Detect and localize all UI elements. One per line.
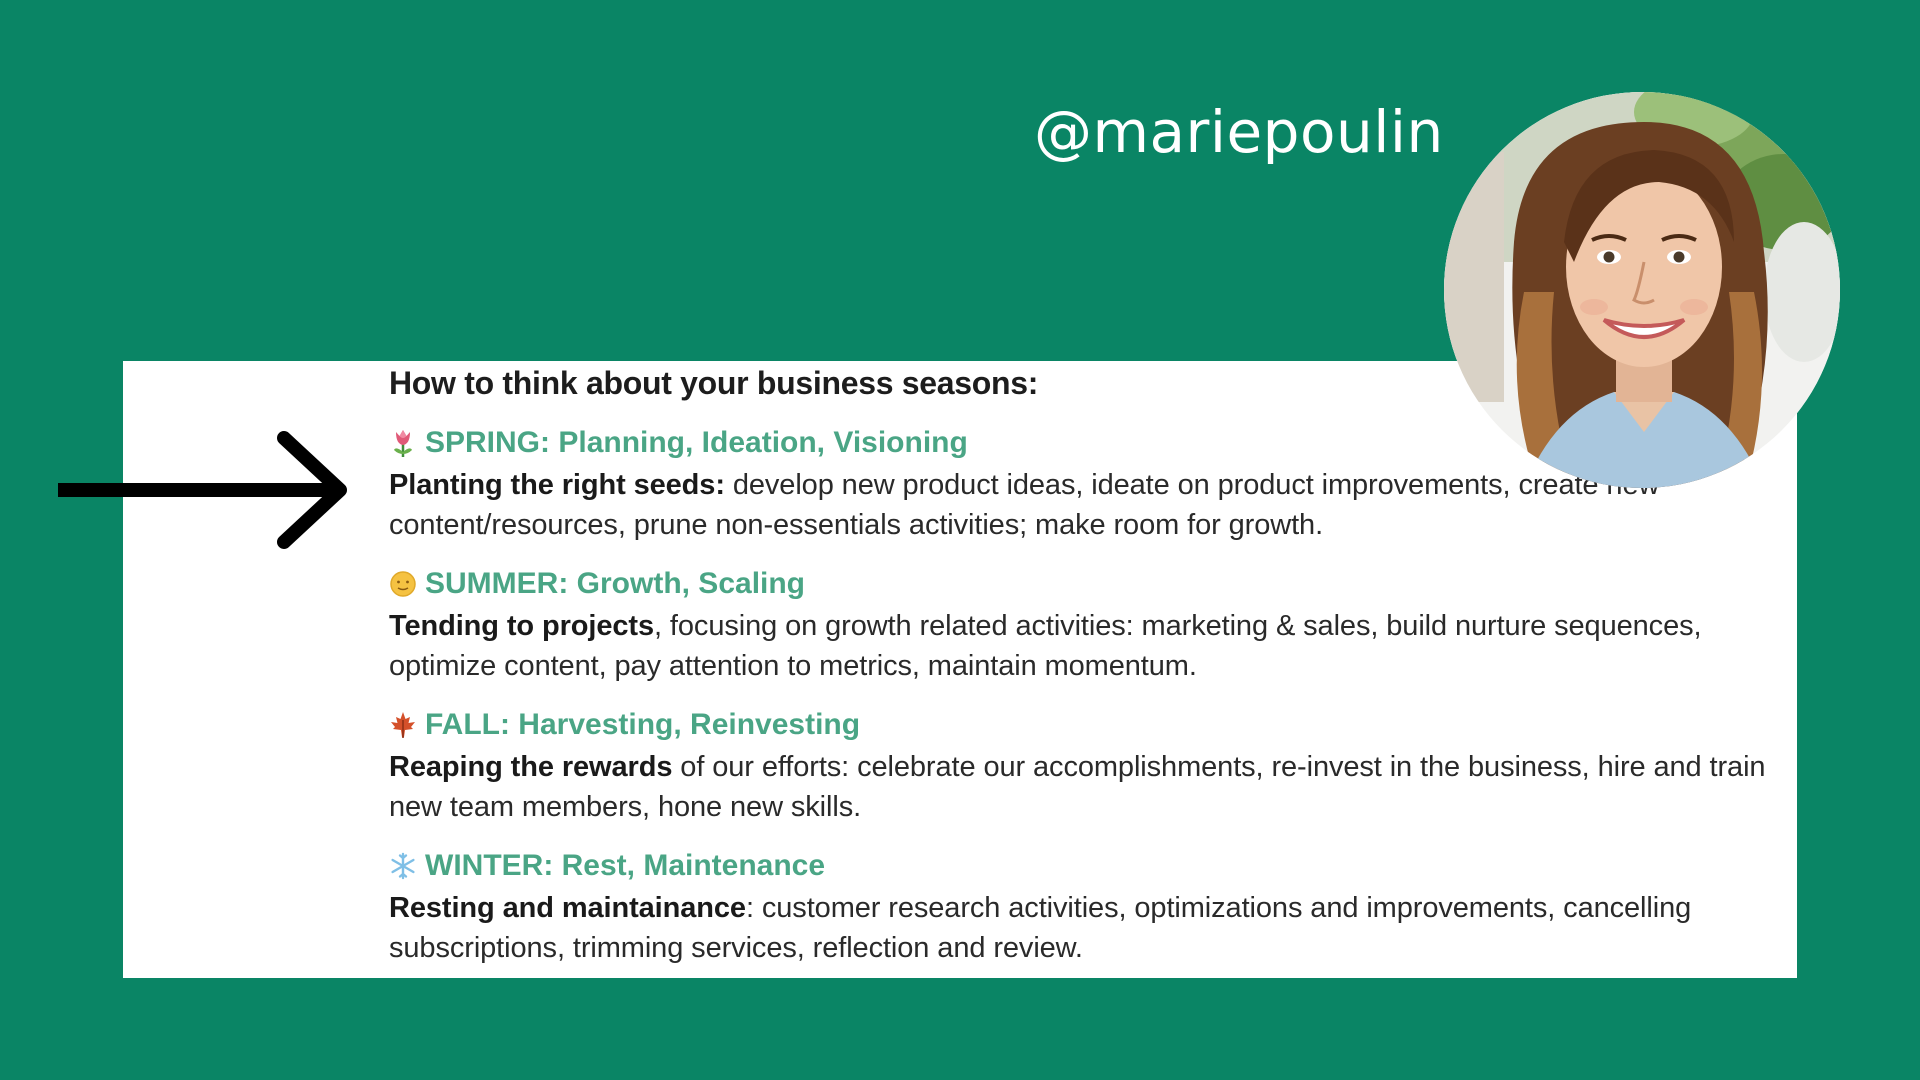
season-fall: FALL: Harvesting, Reinvesting Reaping th… xyxy=(389,705,1809,827)
season-title: FALL: Harvesting, Reinvesting xyxy=(389,705,1809,745)
season-title-text: SPRING: Planning, Ideation, Visioning xyxy=(425,426,968,459)
season-lead: Resting and maintainance xyxy=(389,892,746,924)
sun-icon xyxy=(389,569,417,599)
season-title: SUMMER: Growth, Scaling xyxy=(389,564,1809,604)
season-description: Tending to projects, focusing on growth … xyxy=(389,606,1809,686)
season-summer: SUMMER: Growth, Scaling Tending to proje… xyxy=(389,564,1809,686)
snowflake-icon xyxy=(389,851,417,881)
page-heading: How to think about your business seasons… xyxy=(389,365,1039,401)
season-lead: Planting the right seeds: xyxy=(389,469,725,501)
arrow-right-icon xyxy=(58,431,347,549)
season-title-text: SUMMER: Growth, Scaling xyxy=(425,567,806,600)
season-title: WINTER: Rest, Maintenance xyxy=(389,846,1809,886)
season-description: Resting and maintainance: customer resea… xyxy=(389,888,1809,968)
social-handle: @mariepoulin xyxy=(1034,98,1444,166)
season-description: Reaping the rewards of our efforts: cele… xyxy=(389,747,1809,827)
tulip-icon xyxy=(389,428,417,458)
avatar xyxy=(1444,92,1840,488)
season-lead: Tending to projects xyxy=(389,610,655,642)
portrait-photo xyxy=(1444,92,1840,488)
season-winter: WINTER: Rest, Maintenance Resting and ma… xyxy=(389,846,1809,968)
season-title-text: FALL: Harvesting, Reinvesting xyxy=(425,708,861,741)
season-lead: Reaping the rewards xyxy=(389,751,673,783)
maple-leaf-icon xyxy=(389,710,417,740)
season-title-text: WINTER: Rest, Maintenance xyxy=(425,849,826,882)
